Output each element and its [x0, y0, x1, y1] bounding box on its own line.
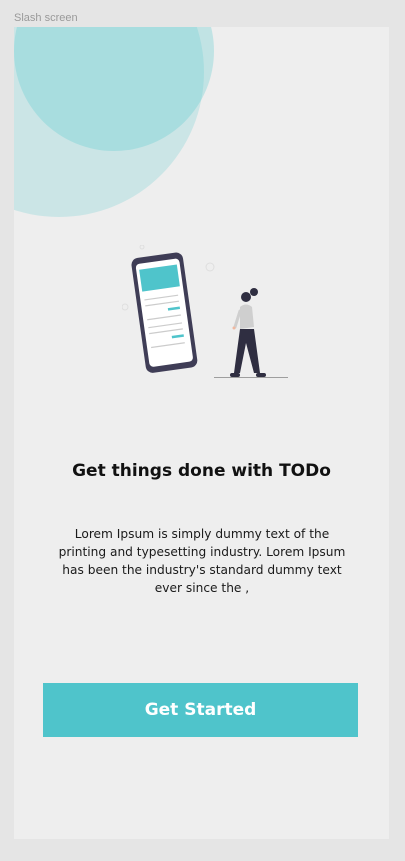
- person-with-phone-illustration: [122, 245, 288, 378]
- frame-label: Slash screen: [14, 12, 78, 24]
- get-started-button[interactable]: Get Started: [43, 683, 358, 737]
- onboarding-description: Lorem Ipsum is simply dummy text of the …: [58, 527, 346, 595]
- onboarding-title: Get things done with TODo: [72, 461, 331, 481]
- splash-screen: Get things done with TODo Lorem Ipsum is…: [14, 27, 389, 839]
